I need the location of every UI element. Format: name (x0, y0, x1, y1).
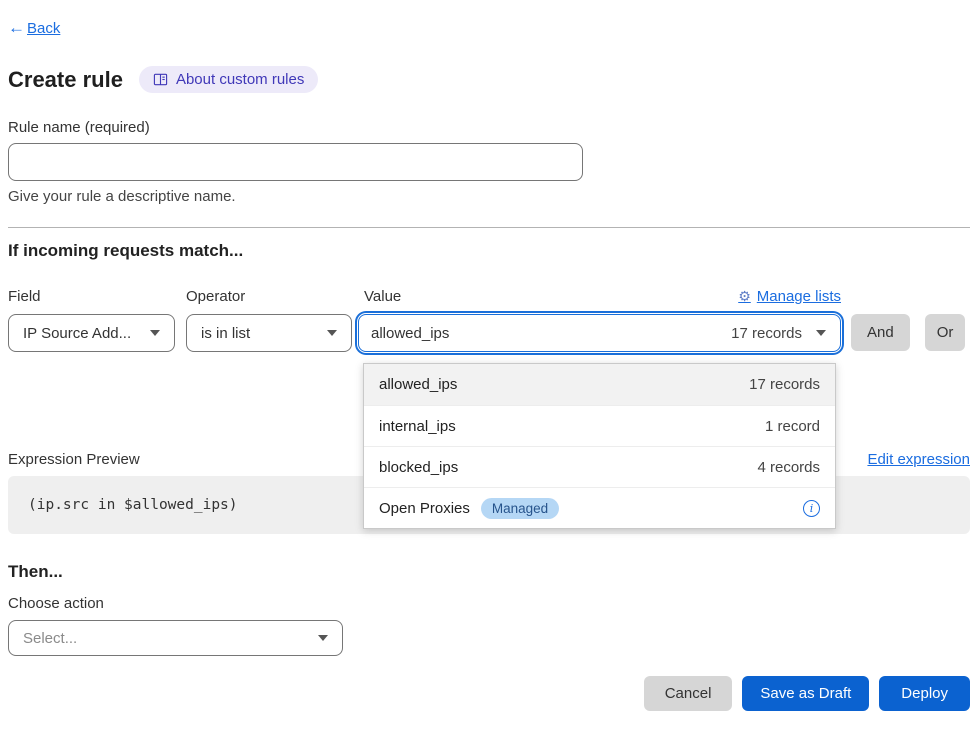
save-as-draft-button[interactable]: Save as Draft (742, 676, 869, 711)
operator-label: Operator (186, 288, 352, 305)
expression-preview-label: Expression Preview (8, 451, 140, 468)
operator-select[interactable]: is in list (186, 314, 352, 352)
action-select-placeholder: Select... (23, 630, 77, 647)
chevron-down-icon (327, 330, 337, 336)
about-custom-rules-label: About custom rules (176, 71, 304, 88)
info-icon[interactable]: i (803, 500, 820, 517)
condition-labels-row: Field Operator Value ⚙ Manage lists (8, 288, 970, 305)
value-dropdown-menu: allowed_ips 17 records internal_ips 1 re… (363, 363, 836, 529)
cancel-button[interactable]: Cancel (644, 676, 733, 711)
dropdown-item-allowed-ips[interactable]: allowed_ips 17 records (364, 364, 835, 405)
value-column: allowed_ips 17 records allowed_ips 17 re… (358, 314, 841, 352)
section-divider (8, 227, 970, 228)
list-name: internal_ips (379, 418, 456, 435)
then-section-heading: Then... (8, 562, 970, 582)
book-icon (153, 72, 168, 87)
or-button[interactable]: Or (925, 314, 966, 351)
list-name: allowed_ips (379, 376, 457, 393)
list-record-count: 17 records (749, 376, 820, 393)
page-title: Create rule (8, 67, 123, 93)
value-label: Value (364, 288, 401, 305)
rule-name-input[interactable] (8, 143, 583, 181)
value-select-value: allowed_ips (371, 325, 449, 342)
title-row: Create rule About custom rules (8, 66, 970, 93)
condition-row: IP Source Add... is in list allowed_ips … (8, 314, 970, 352)
chevron-down-icon (150, 330, 160, 336)
value-select[interactable]: allowed_ips 17 records (358, 314, 841, 352)
choose-action-label: Choose action (8, 595, 970, 612)
edit-expression-link[interactable]: Edit expression (867, 451, 970, 468)
match-section-heading: If incoming requests match... (8, 241, 970, 261)
deploy-button[interactable]: Deploy (879, 676, 970, 711)
field-label: Field (8, 288, 175, 305)
chevron-down-icon (816, 330, 826, 336)
operator-select-value: is in list (201, 325, 250, 342)
back-link[interactable]: Back (27, 20, 60, 37)
about-custom-rules-link[interactable]: About custom rules (139, 66, 318, 93)
gear-icon: ⚙ (738, 288, 751, 305)
managed-badge: Managed (481, 498, 559, 519)
manage-lists-link[interactable]: ⚙ Manage lists (738, 288, 841, 305)
back-link-row: ← Back (8, 18, 970, 38)
back-arrow-icon: ← (8, 18, 25, 38)
dropdown-item-open-proxies[interactable]: Open Proxies Managed i (364, 487, 835, 528)
value-select-records: 17 records (731, 325, 802, 342)
footer-actions: Cancel Save as Draft Deploy (8, 676, 970, 711)
field-select-value: IP Source Add... (23, 325, 131, 342)
list-name: Open Proxies (379, 500, 470, 517)
manage-lists-label: Manage lists (757, 288, 841, 305)
dropdown-item-blocked-ips[interactable]: blocked_ips 4 records (364, 446, 835, 487)
rule-name-label: Rule name (required) (8, 119, 970, 136)
chevron-down-icon (318, 635, 328, 641)
dropdown-item-internal-ips[interactable]: internal_ips 1 record (364, 405, 835, 446)
list-record-count: 4 records (757, 459, 820, 476)
list-name: blocked_ips (379, 459, 458, 476)
rule-name-helper: Give your rule a descriptive name. (8, 188, 970, 205)
expression-code: (ip.src in $allowed_ips) (28, 497, 238, 513)
field-select[interactable]: IP Source Add... (8, 314, 175, 352)
list-record-count: 1 record (765, 418, 820, 435)
action-select[interactable]: Select... (8, 620, 343, 656)
and-button[interactable]: And (851, 314, 910, 351)
